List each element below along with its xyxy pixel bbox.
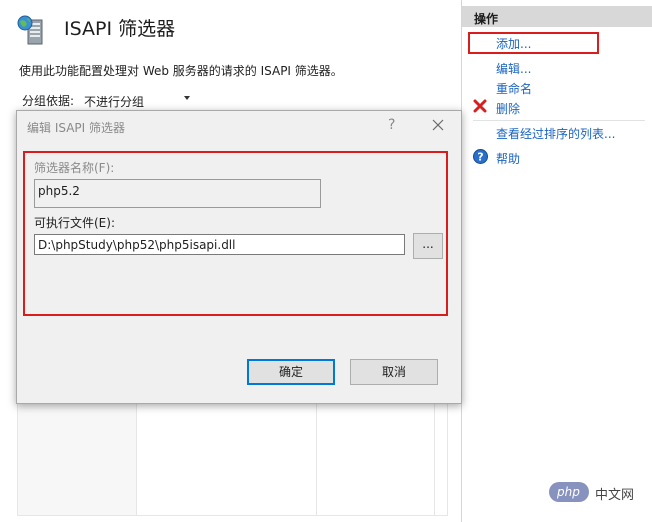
column-divider	[136, 401, 137, 515]
php-logo-badge: php	[549, 482, 589, 502]
group-by-select[interactable]: 不进行分组	[79, 88, 196, 111]
list-column-shade	[18, 401, 136, 515]
browse-button[interactable]: ...	[413, 233, 443, 259]
add-action[interactable]: 添加...	[496, 35, 531, 52]
dialog-title: 编辑 ISAPI 筛选器	[27, 121, 125, 135]
actions-header: 操作	[462, 6, 652, 27]
ok-button[interactable]: 确定	[247, 359, 335, 385]
group-by-bar: 分组依据: 不进行分组	[17, 87, 446, 112]
group-by-value: 不进行分组	[84, 95, 145, 109]
delete-icon	[473, 99, 487, 113]
filter-name-value: php5.2	[38, 184, 80, 198]
server-globe-icon	[17, 15, 43, 45]
help-icon: ?	[473, 149, 488, 164]
column-divider	[434, 401, 435, 515]
cancel-button[interactable]: 取消	[350, 359, 438, 385]
group-by-label: 分组依据:	[22, 94, 75, 108]
chevron-down-icon	[184, 96, 190, 100]
page-title: ISAPI 筛选器	[64, 18, 176, 40]
svg-text:?: ?	[477, 151, 483, 164]
edit-action[interactable]: 编辑...	[496, 60, 531, 77]
executable-label: 可执行文件(E):	[34, 216, 115, 230]
page-description: 使用此功能配置处理对 Web 服务器的请求的 ISAPI 筛选器。	[19, 64, 343, 78]
column-divider	[316, 401, 317, 515]
filter-name-field: php5.2	[34, 179, 321, 208]
edit-isapi-filter-dialog: 编辑 ISAPI 筛选器 ? 筛选器名称(F): php5.2 可执行文件(E)…	[16, 110, 462, 404]
actions-separator	[473, 120, 645, 121]
watermark-text: 中文网	[595, 488, 635, 503]
add-action-highlight	[468, 32, 599, 54]
filter-name-label: 筛选器名称(F):	[34, 161, 115, 175]
view-sorted-list-action[interactable]: 查看经过排序的列表...	[496, 125, 615, 142]
executable-input[interactable]: D:\phpStudy\php52\php5isapi.dll	[34, 234, 405, 255]
filter-list	[17, 401, 448, 516]
close-icon[interactable]	[427, 114, 449, 136]
actions-header-label: 操作	[474, 12, 499, 26]
actions-panel: 操作	[461, 0, 652, 522]
dialog-help-button[interactable]: ?	[388, 117, 395, 133]
site-watermark: php 中文网	[549, 480, 641, 506]
delete-action[interactable]: 删除	[496, 100, 520, 117]
executable-value: D:\phpStudy\php52\php5isapi.dll	[38, 238, 236, 252]
help-action[interactable]: 帮助	[496, 150, 520, 167]
php-logo-text: php	[557, 485, 580, 499]
rename-action[interactable]: 重命名	[496, 80, 532, 97]
